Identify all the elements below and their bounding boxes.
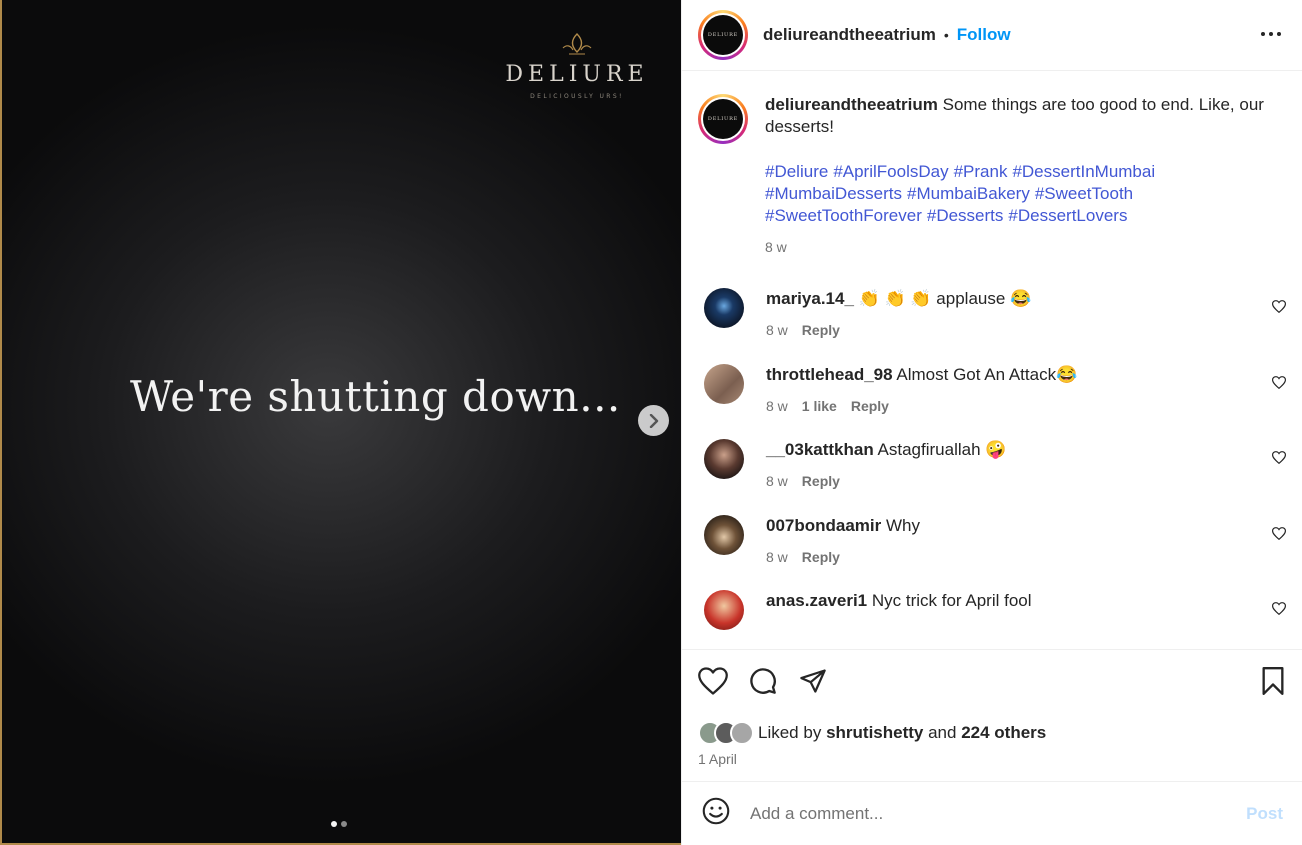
- likes-prefix: Liked by: [758, 723, 822, 742]
- comment-username[interactable]: throttlehead_98: [766, 365, 893, 384]
- hashtag-link[interactable]: #MumbaiBakery: [907, 184, 1030, 203]
- liker-avatar: [730, 721, 754, 745]
- brand-name: DELIURE: [505, 62, 649, 87]
- comment-text: Almost Got An Attack😂: [896, 365, 1078, 384]
- commenter-avatar[interactable]: [704, 364, 744, 404]
- more-options-button[interactable]: [1260, 22, 1282, 51]
- comment-item: __03kattkhan Astagfiruallah 🤪 8 w Reply: [698, 439, 1287, 492]
- brand-logo: DELIURE DELICIOUSLY URS!: [502, 30, 652, 100]
- hashtag-link[interactable]: #SweetTooth: [1035, 184, 1133, 203]
- liker-username[interactable]: shrutishetty: [826, 723, 923, 743]
- follow-button[interactable]: Follow: [957, 25, 1011, 45]
- likes-conj: and: [928, 723, 957, 742]
- likes-others-link[interactable]: 224 others: [961, 723, 1046, 743]
- post-comment-button[interactable]: Post: [1246, 804, 1283, 824]
- heart-icon: [698, 667, 728, 695]
- commenter-avatar[interactable]: [704, 439, 744, 479]
- comment-username[interactable]: 007bondaamir: [766, 516, 881, 535]
- hashtag-link[interactable]: #AprilFoolsDay: [833, 162, 948, 181]
- likes-summary: Liked by shrutishetty and 224 others: [698, 721, 1286, 745]
- comment-like-button[interactable]: [1271, 527, 1287, 545]
- carousel-dot-active: [331, 821, 337, 827]
- chevron-right-icon: [649, 413, 658, 428]
- next-slide-button[interactable]: [638, 405, 669, 436]
- hashtag-link[interactable]: #DessertLovers: [1008, 206, 1127, 225]
- comment-timestamp: 8 w: [766, 473, 788, 489]
- comment-text: Nyc trick for April fool: [871, 591, 1032, 610]
- post-header: DELIURE deliureandtheeatrium • Follow: [682, 0, 1302, 71]
- hashtag-link[interactable]: #Prank: [954, 162, 1008, 181]
- comment-likes-count[interactable]: 1 like: [802, 395, 837, 417]
- comment-username[interactable]: anas.zaveri1: [766, 591, 867, 610]
- like-button[interactable]: [698, 667, 728, 700]
- logo-emblem-icon: [562, 33, 592, 55]
- hashtag-link[interactable]: #Deliure: [765, 162, 828, 181]
- comment-like-button[interactable]: [1271, 602, 1287, 620]
- heart-icon: [1271, 602, 1287, 616]
- post-actions: Liked by shrutishetty and 224 others 1 A…: [682, 649, 1302, 780]
- comments-panel[interactable]: DELIURE deliureandtheeatrium Some things…: [682, 71, 1302, 649]
- commenter-avatar[interactable]: [704, 590, 744, 630]
- hashtag-link[interactable]: #SweetToothForever: [765, 206, 922, 225]
- header-separator: •: [943, 27, 949, 43]
- comment-username[interactable]: mariya.14_: [766, 289, 854, 308]
- caption-username[interactable]: deliureandtheeatrium: [765, 95, 938, 114]
- post-date[interactable]: 1 April: [698, 751, 1286, 767]
- comment-item: 007bondaamir Why 8 w Reply: [698, 515, 1287, 568]
- post-sidebar: DELIURE deliureandtheeatrium • Follow DE…: [681, 0, 1302, 845]
- save-button[interactable]: [1260, 667, 1286, 700]
- caption-timestamp: 8 w: [765, 239, 787, 255]
- brand-tagline: DELICIOUSLY URS!: [530, 93, 624, 100]
- caption-author-avatar[interactable]: DELIURE: [698, 94, 748, 144]
- avatar-brand-text: DELIURE: [707, 32, 739, 38]
- liker-avatars[interactable]: [698, 721, 754, 745]
- comment-timestamp: 8 w: [766, 398, 788, 414]
- comment-button[interactable]: [748, 667, 778, 700]
- post-caption: DELIURE deliureandtheeatrium Some things…: [698, 94, 1286, 258]
- comment-item: anas.zaveri1 Nyc trick for April fool: [698, 590, 1287, 630]
- share-icon: [800, 669, 826, 693]
- carousel-dot: [341, 821, 347, 827]
- post-media[interactable]: DELIURE DELICIOUSLY URS! We're shutting …: [0, 0, 681, 845]
- avatar-brand-text: DELIURE: [707, 116, 739, 122]
- comment-timestamp: 8 w: [766, 549, 788, 565]
- comment-text: 👏 👏 👏 applause 😂: [858, 289, 1032, 308]
- author-username[interactable]: deliureandtheeatrium: [763, 25, 936, 45]
- heart-icon: [1271, 527, 1287, 541]
- author-avatar[interactable]: DELIURE: [698, 10, 748, 60]
- more-horizontal-icon: [1261, 32, 1281, 36]
- comment-timestamp: 8 w: [766, 322, 788, 338]
- heart-icon: [1271, 451, 1287, 465]
- reply-button[interactable]: Reply: [802, 319, 840, 341]
- commenter-avatar[interactable]: [704, 515, 744, 555]
- comment-item: throttlehead_98 Almost Got An Attack😂 8 …: [698, 364, 1287, 417]
- heart-icon: [1271, 300, 1287, 314]
- reply-button[interactable]: Reply: [851, 395, 889, 417]
- comment-like-button[interactable]: [1271, 376, 1287, 394]
- commenter-avatar[interactable]: [704, 288, 744, 328]
- comment-like-button[interactable]: [1271, 300, 1287, 318]
- heart-icon: [1271, 376, 1287, 390]
- hashtag-link[interactable]: #DessertInMumbai: [1012, 162, 1155, 181]
- emoji-button[interactable]: [702, 797, 730, 830]
- hashtag-link[interactable]: #MumbaiDesserts: [765, 184, 902, 203]
- share-button[interactable]: [798, 667, 828, 700]
- add-comment-bar: Post: [682, 781, 1302, 845]
- caption-hashtags: #Deliure #AprilFoolsDay #Prank #DessertInMu…: [765, 161, 1285, 227]
- comment-icon: [750, 668, 776, 694]
- comment-username[interactable]: __03kattkhan: [766, 440, 874, 459]
- reply-button[interactable]: Reply: [802, 546, 840, 568]
- slide-headline: We're shutting down...: [130, 372, 621, 421]
- reply-button[interactable]: Reply: [802, 470, 840, 492]
- hashtag-link[interactable]: #Desserts: [927, 206, 1004, 225]
- carousel-indicator: [331, 821, 347, 827]
- comment-input[interactable]: [750, 803, 1247, 824]
- comment-like-button[interactable]: [1271, 451, 1287, 469]
- comment-item: mariya.14_ 👏 👏 👏 applause 😂 8 w Reply: [698, 288, 1287, 341]
- comment-text: Why: [886, 516, 920, 535]
- comment-text: Astagfiruallah 🤪: [877, 440, 1007, 459]
- bookmark-icon: [1262, 667, 1284, 695]
- emoji-icon: [702, 797, 730, 825]
